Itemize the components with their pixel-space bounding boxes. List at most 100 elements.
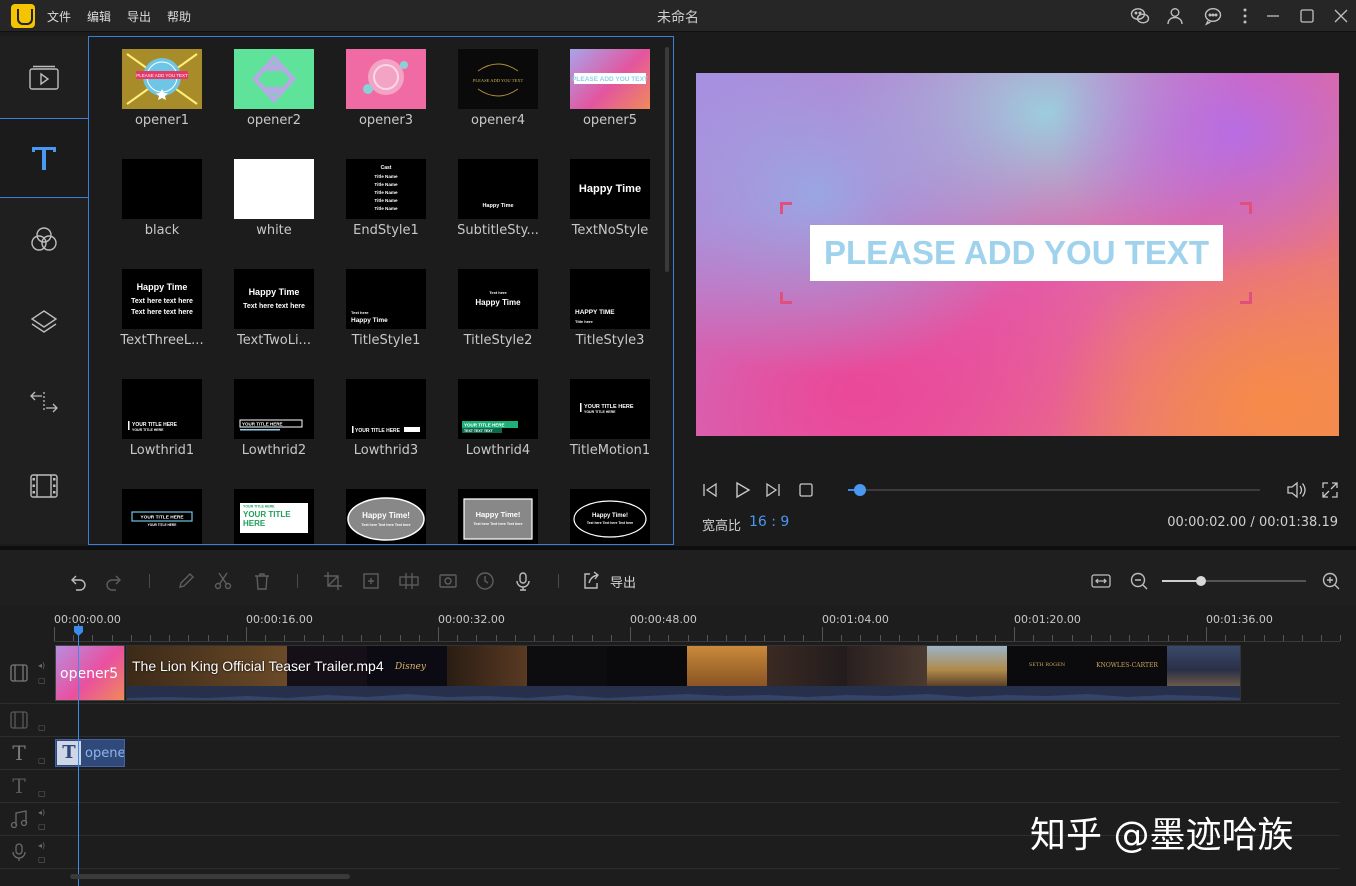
template-label: Lowthrid2 [241, 443, 307, 458]
play-icon[interactable] [730, 478, 754, 502]
lock-icon[interactable]: ▢ [38, 789, 48, 799]
lock-icon[interactable]: ▢ [38, 723, 48, 733]
menu-help[interactable]: 帮助 [167, 8, 191, 25]
fit-timeline-icon[interactable] [1090, 570, 1112, 592]
crop-corner[interactable] [780, 202, 792, 214]
ruler-tick [649, 635, 651, 641]
minimize-icon[interactable] [1263, 6, 1283, 26]
template-titlestyle1[interactable]: Text here Happy Time TitleStyle1 [330, 269, 442, 369]
fullscreen-icon[interactable] [1318, 478, 1342, 502]
aspect-ratio-label: 宽高比 [702, 519, 742, 534]
ruler-tick [687, 635, 689, 641]
zoom-in-icon[interactable] [1320, 570, 1342, 592]
speaker-icon[interactable]: ◂) [38, 808, 48, 818]
template-textnostyle[interactable]: Happy Time TextNoStyle [554, 159, 666, 259]
delete-icon[interactable] [251, 570, 273, 592]
ruler-tick [879, 635, 881, 641]
template-lowthird1[interactable]: YOUR TITLE HERE YOUR TITLE HERE Lowthrid… [106, 379, 218, 479]
template-row5-1[interactable]: YOUR TITLE HERE YOUR TITLE HERE [106, 489, 218, 544]
template-subtitlestyle[interactable]: Happy Time SubtitleSty... [442, 159, 554, 259]
template-titlemotion1[interactable]: YOUR TITLE HERE YOUR TITLE HERE TitleMot… [554, 379, 666, 479]
wechat-icon[interactable] [1130, 6, 1150, 26]
duration-icon[interactable] [474, 570, 496, 592]
template-opener5[interactable]: PLEASE ADD YOU TEXT opener5 [554, 49, 666, 149]
aspect-ratio-value[interactable]: 16 : 9 [749, 514, 789, 530]
playhead-line[interactable] [78, 624, 79, 886]
lock-icon[interactable]: ▢ [38, 855, 48, 865]
template-textthreelines[interactable]: Happy Time Text here text here Text here… [106, 269, 218, 369]
speaker-icon[interactable]: ◂) [38, 841, 48, 851]
sidebar-filters-button[interactable] [0, 200, 88, 280]
opener5-clip[interactable]: opener5 [55, 645, 125, 701]
freeze-frame-icon[interactable] [437, 570, 459, 592]
export-icon[interactable] [580, 570, 602, 592]
app-logo-icon[interactable] [11, 4, 35, 28]
crop-icon[interactable] [322, 570, 344, 592]
timeline-scrollbar[interactable] [70, 874, 350, 879]
time-ruler[interactable]: 00:00:00.00 00:00:16.00 00:00:32.00 00:0… [54, 606, 1342, 642]
ruler-tick [188, 635, 190, 641]
template-row5-2[interactable]: YOUR TITLE HERE YOUR TITLE HERE [218, 489, 330, 544]
previous-frame-icon[interactable] [698, 478, 722, 502]
template-opener1[interactable]: PLEASE ADD YOU TEXT opener1 [106, 49, 218, 149]
menu-export[interactable]: 导出 [127, 8, 151, 25]
template-row5-3[interactable]: Happy Time! Text here Text here Text her… [330, 489, 442, 544]
zoom-handle[interactable] [1195, 576, 1206, 586]
template-white[interactable]: white [218, 159, 330, 259]
sidebar-media-button[interactable] [0, 38, 88, 118]
template-opener2[interactable]: opener2 [218, 49, 330, 149]
lock-icon[interactable]: ▢ [38, 756, 48, 766]
template-black[interactable]: black [106, 159, 218, 259]
resize-icon[interactable] [360, 570, 382, 592]
template-opener3[interactable]: opener3 [330, 49, 442, 149]
sidebar-text-button[interactable] [0, 118, 88, 198]
sidebar-overlays-button[interactable] [0, 282, 88, 362]
next-frame-icon[interactable] [761, 478, 785, 502]
more-menu-icon[interactable] [1235, 6, 1255, 26]
edit-pencil-icon[interactable] [175, 570, 197, 592]
crop-corner[interactable] [780, 292, 792, 304]
lock-icon[interactable]: ▢ [38, 676, 48, 686]
redo-icon[interactable] [104, 570, 126, 592]
template-lowthird3[interactable]: YOUR TITLE HERE Lowthrid3 [330, 379, 442, 479]
mosaic-icon[interactable] [398, 570, 420, 592]
panel-scrollbar[interactable] [665, 47, 669, 272]
template-label: opener5 [582, 113, 638, 128]
volume-icon[interactable] [1284, 478, 1308, 502]
crop-corner[interactable] [1240, 202, 1252, 214]
microphone-icon[interactable] [512, 570, 534, 592]
crop-corner[interactable] [1240, 292, 1252, 304]
template-titlestyle2[interactable]: Text here Happy Time TitleStyle2 [442, 269, 554, 369]
template-lowthird2[interactable]: YOUR TITLE HERE Lowthrid2 [218, 379, 330, 479]
lock-icon[interactable]: ▢ [38, 822, 48, 832]
preview-text-box[interactable]: PLEASE ADD YOU TEXT [810, 225, 1223, 281]
stop-icon[interactable] [794, 478, 818, 502]
close-icon[interactable] [1331, 6, 1351, 26]
ruler-tick [207, 635, 209, 641]
template-opener4[interactable]: PLEASE ADD YOU TEXT opener4 [442, 49, 554, 149]
text-clip-opener5[interactable]: T opener5 [55, 739, 125, 767]
menu-file[interactable]: 文件 [47, 8, 71, 25]
preview-canvas[interactable]: PLEASE ADD YOU TEXT [696, 73, 1339, 436]
user-icon[interactable] [1165, 6, 1185, 26]
zoom-out-icon[interactable] [1128, 570, 1150, 592]
undo-icon[interactable] [66, 570, 88, 592]
progress-handle[interactable] [854, 484, 867, 496]
lion-king-video-clip[interactable]: The Lion King Official Teaser Trailer.mp… [126, 645, 1241, 701]
chat-icon[interactable] [1203, 6, 1223, 26]
playback-progress-bar[interactable] [848, 484, 1260, 496]
template-row5-4[interactable]: Happy Time! Text here Text here Text her… [442, 489, 554, 544]
menu-edit[interactable]: 编辑 [87, 8, 111, 25]
template-texttwolines[interactable]: Happy Time Text here text here TextTwoLi… [218, 269, 330, 369]
template-endstyle1[interactable]: Cast Title Name Title Name Title Name Ti… [330, 159, 442, 259]
speaker-icon[interactable]: ◂) [38, 661, 48, 671]
maximize-icon[interactable] [1297, 6, 1317, 26]
template-row5-5[interactable]: Happy Time! Text here Text here Text her… [554, 489, 666, 544]
zoom-slider[interactable] [1162, 576, 1306, 586]
sidebar-transitions-button[interactable] [0, 362, 88, 442]
sidebar-elements-button[interactable] [0, 446, 88, 526]
export-button[interactable]: 导出 [610, 572, 636, 591]
template-titlestyle3[interactable]: HAPPY TIME Title here TitleStyle3 [554, 269, 666, 369]
template-lowthird4[interactable]: YOUR TITLE HERE TEXT TEXT TEXT Lowthrid4 [442, 379, 554, 479]
cut-icon[interactable] [212, 570, 234, 592]
